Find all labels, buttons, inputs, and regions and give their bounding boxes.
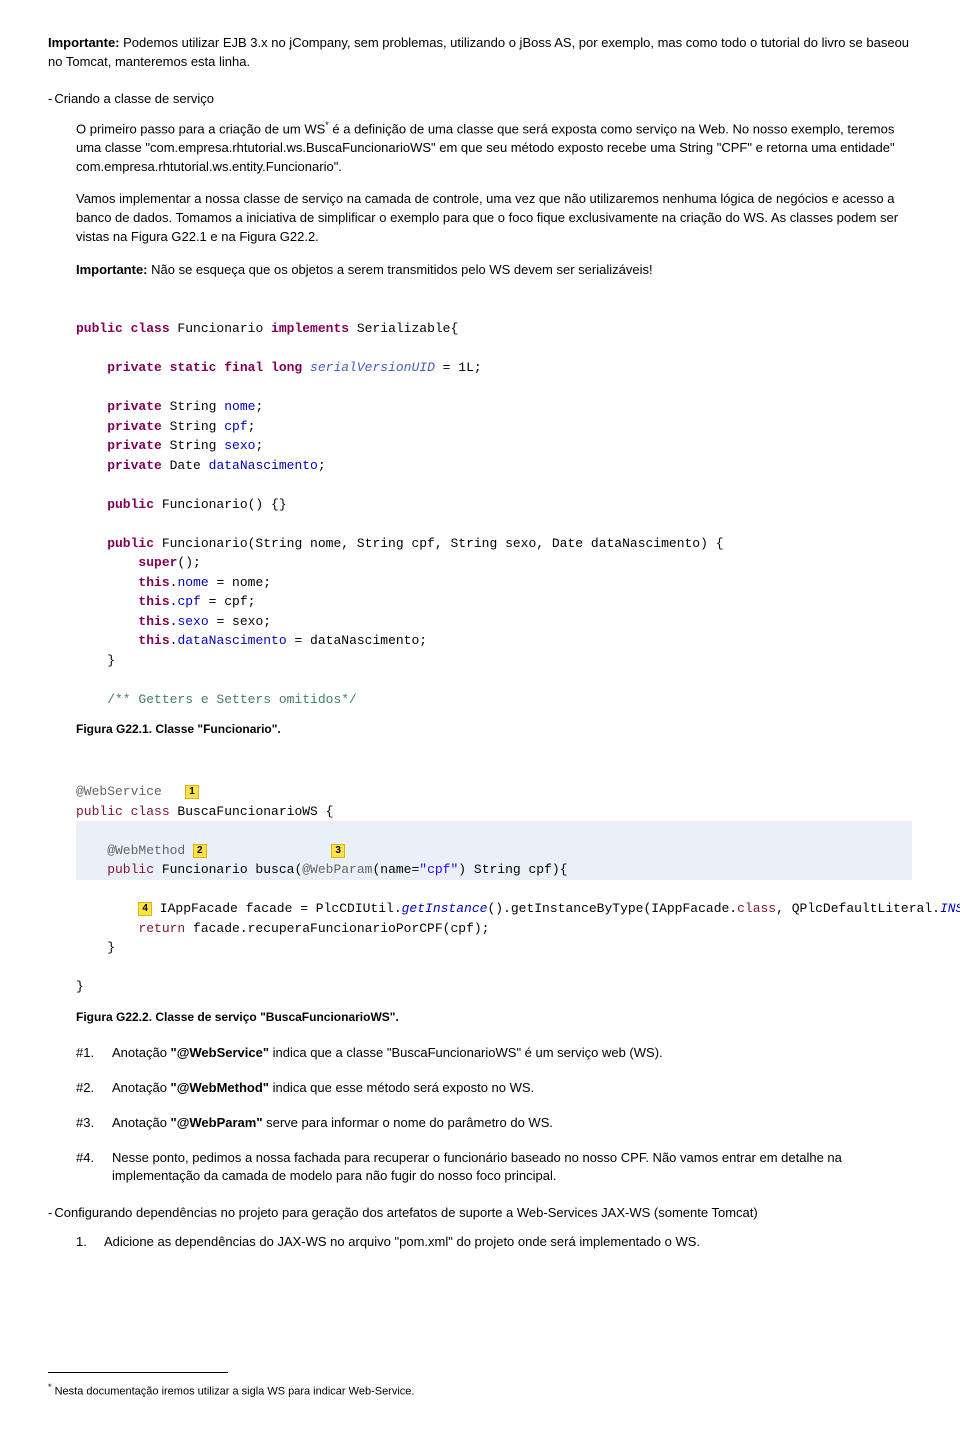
annotation-num: #4. — [76, 1149, 112, 1187]
footnote-text: Nesta documentação iremos utilizar a sig… — [52, 1386, 415, 1398]
label-important: Importante: — [76, 262, 148, 277]
annotation-badge-3: 3 — [331, 844, 345, 858]
heading-criando: -Criando a classe de serviço — [48, 90, 912, 109]
code-block-buscafuncionario: @WebService 1 public class BuscaFunciona… — [76, 757, 912, 1003]
footnote: * Nesta documentação iremos utilizar a s… — [48, 1381, 912, 1401]
label-important: Importante: — [48, 35, 120, 50]
figure-caption-1: Figura G22.1. Classe "Funcionario". — [76, 721, 912, 738]
annotation-item-2: #2. Anotação "@WebMethod" indica que ess… — [76, 1079, 912, 1098]
annotation-list: #1. Anotação "@WebService" indica que a … — [76, 1044, 912, 1186]
annotation-badge-4: 4 — [138, 902, 152, 916]
annotation-num: #3. — [76, 1114, 112, 1133]
annotation-body: Nesse ponto, pedimos a nossa fachada par… — [112, 1149, 912, 1187]
heading-text: Criando a classe de serviço — [54, 91, 214, 106]
dash-icon: - — [48, 1204, 52, 1223]
paragraph-3: Vamos implementar a nossa classe de serv… — [76, 190, 912, 247]
text-a: O primeiro passo para a criação de um WS — [76, 121, 325, 136]
dash-icon: - — [48, 90, 52, 109]
footnote-divider — [48, 1372, 228, 1373]
paragraph-2: O primeiro passo para a criação de um WS… — [76, 119, 912, 177]
text: Podemos utilizar EJB 3.x no jCompany, se… — [48, 35, 909, 69]
annotation-body: Anotação "@WebService" indica que a clas… — [112, 1044, 912, 1063]
annotation-body: Anotação "@WebParam" serve para informar… — [112, 1114, 912, 1133]
heading-config: -Configurando dependências no projeto pa… — [48, 1204, 912, 1223]
annotation-badge-1: 1 — [185, 785, 199, 799]
annotation-item-4: #4. Nesse ponto, pedimos a nossa fachada… — [76, 1149, 912, 1187]
list-item: 1. Adicione as dependências do JAX-WS no… — [76, 1233, 912, 1252]
annotation-num: #2. — [76, 1079, 112, 1098]
figure-caption-2: Figura G22.2. Classe de serviço "BuscaFu… — [76, 1009, 912, 1026]
text: Não se esqueça que os objetos a serem tr… — [148, 262, 653, 277]
paragraph-important-2: Importante: Não se esqueça que os objeto… — [76, 261, 912, 280]
list-num: 1. — [76, 1233, 104, 1252]
paragraph-important-1: Importante: Podemos utilizar EJB 3.x no … — [48, 34, 912, 72]
annotation-item-1: #1. Anotação "@WebService" indica que a … — [76, 1044, 912, 1063]
annotation-badge-2: 2 — [193, 844, 207, 858]
code-block-funcionario: public class Funcionario implements Seri… — [76, 294, 912, 716]
ordered-list: 1. Adicione as dependências do JAX-WS no… — [76, 1233, 912, 1252]
annotation-item-3: #3. Anotação "@WebParam" serve para info… — [76, 1114, 912, 1133]
highlighted-line: @WebMethod 2 3 public Funcionario busca(… — [76, 821, 912, 880]
list-body: Adicione as dependências do JAX-WS no ar… — [104, 1233, 912, 1252]
annotation-body: Anotação "@WebMethod" indica que esse mé… — [112, 1079, 912, 1098]
heading-text: Configurando dependências no projeto par… — [54, 1205, 757, 1220]
annotation-num: #1. — [76, 1044, 112, 1063]
